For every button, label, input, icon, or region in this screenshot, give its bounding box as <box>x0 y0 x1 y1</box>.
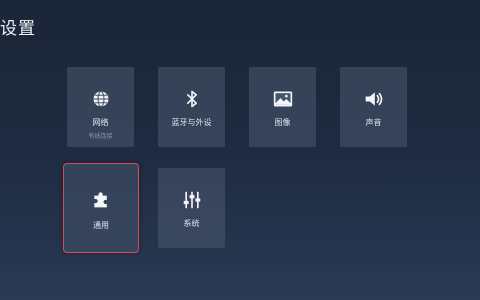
tile-system[interactable]: 系统 <box>158 168 225 248</box>
tile-sound-label: 声音 <box>365 118 382 127</box>
bluetooth-icon <box>182 89 202 109</box>
tile-general-label: 通用 <box>93 221 109 230</box>
tile-general[interactable]: 通用 <box>63 163 139 253</box>
tile-system-label: 系统 <box>183 219 200 228</box>
tile-image[interactable]: 图像 <box>249 67 316 147</box>
tile-image-label: 图像 <box>274 118 291 127</box>
globe-icon <box>91 89 111 109</box>
image-icon <box>273 89 293 109</box>
sliders-icon <box>182 190 202 210</box>
page-title: 设置 <box>0 19 36 39</box>
tile-network-label: 网络 <box>92 118 109 127</box>
tile-network-status: 有线连接 <box>88 133 113 140</box>
tile-network[interactable]: 网络 有线连接 <box>67 67 134 147</box>
speaker-icon <box>364 89 384 109</box>
puzzle-icon <box>91 189 111 209</box>
tile-bluetooth-label: 蓝牙与外设 <box>171 118 212 127</box>
tile-sound[interactable]: 声音 <box>340 67 407 147</box>
tile-bluetooth[interactable]: 蓝牙与外设 <box>158 67 225 147</box>
